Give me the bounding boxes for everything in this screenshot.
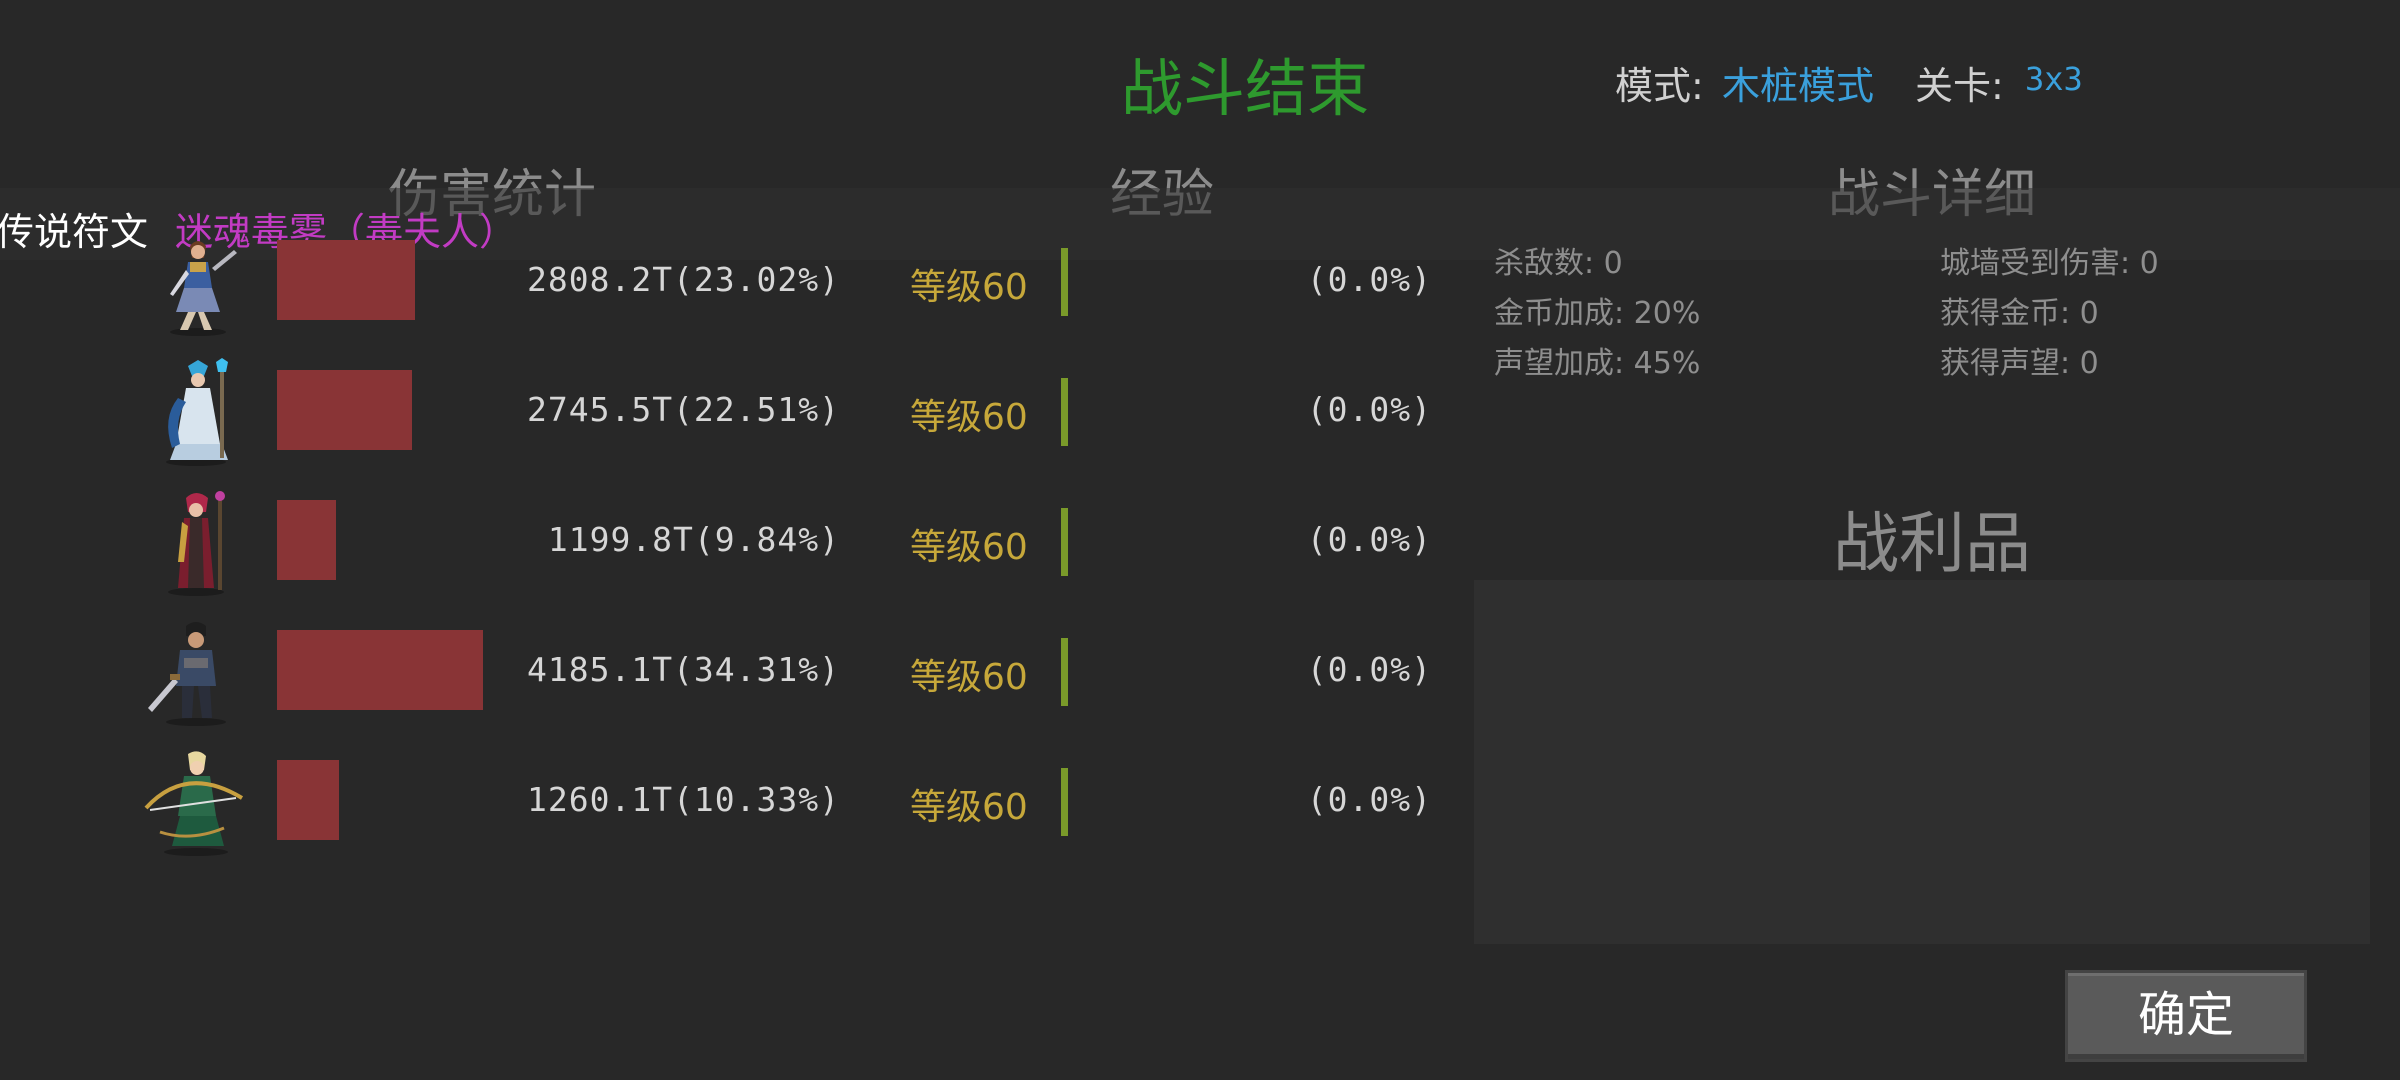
wall-damage: 城墙受到伤害: 0 <box>1940 246 2159 281</box>
hero-level: 等级60 <box>910 267 1028 308</box>
fame-bonus: 声望加成: 45% <box>1494 346 1701 381</box>
hero-row: 2745.5T(22.51%) 等级60 (0.0%) <box>0 358 1460 470</box>
damage-value: 1199.8T(9.84%) <box>547 520 840 559</box>
damage-share-bar <box>277 240 415 320</box>
stage-label: 关卡: <box>1915 64 2004 108</box>
fame-gained: 获得声望: 0 <box>1940 346 2099 381</box>
battle-end-title: 战斗结束 <box>1120 52 1369 125</box>
hero-row: 1260.1T(10.33%) 等级60 (0.0%) <box>0 751 1460 860</box>
damage-value: 1260.1T(10.33%) <box>526 780 840 819</box>
exp-progress-bar <box>1061 638 1068 706</box>
confirm-button[interactable]: 确定 <box>2065 970 2307 1062</box>
exp-percent: (0.0%) <box>1306 780 1432 819</box>
exp-progress-bar <box>1061 768 1068 836</box>
gold-gained: 获得金币: 0 <box>1940 296 2099 331</box>
exp-percent: (0.0%) <box>1306 260 1432 299</box>
damage-value: 2745.5T(22.51%) <box>526 390 840 429</box>
damage-share-bar <box>277 760 339 840</box>
exp-percent: (0.0%) <box>1306 390 1432 429</box>
elf-archer-portrait-icon <box>140 748 250 858</box>
hero-row: 2808.2T(23.02%) 等级60 (0.0%) <box>0 240 1460 340</box>
stage-value: 3x3 <box>2025 60 2083 98</box>
swordsman-portrait-icon <box>140 618 250 728</box>
exp-percent: (0.0%) <box>1306 520 1432 559</box>
damage-share-bar <box>277 500 336 580</box>
gold-bonus: 金币加成: 20% <box>1494 296 1701 331</box>
hero-row: 4185.1T(34.31%) 等级60 (0.0%) <box>0 622 1460 730</box>
damage-share-bar <box>277 370 412 450</box>
loot-panel <box>1474 580 2370 944</box>
mode-label: 模式: <box>1615 64 1704 108</box>
hero-level: 等级60 <box>910 787 1028 828</box>
kill-count: 杀敌数: 0 <box>1494 246 1623 281</box>
exp-progress-bar <box>1061 508 1068 576</box>
damage-value: 4185.1T(34.31%) <box>526 650 840 689</box>
female-warrior-portrait-icon <box>140 228 250 338</box>
hero-level: 等级60 <box>910 397 1028 438</box>
poison-sorceress-portrait-icon <box>140 488 250 598</box>
exp-progress-bar <box>1061 248 1068 316</box>
ice-mage-portrait-icon <box>140 358 250 468</box>
damage-value: 2808.2T(23.02%) <box>526 260 840 299</box>
hero-row: 1199.8T(9.84%) 等级60 (0.0%) <box>0 491 1460 600</box>
mode-value: 木桩模式 <box>1722 64 1875 108</box>
hero-level: 等级60 <box>910 657 1028 698</box>
hero-level: 等级60 <box>910 527 1028 568</box>
loot-heading: 战利品 <box>1833 505 2031 582</box>
exp-progress-bar <box>1061 378 1068 446</box>
exp-percent: (0.0%) <box>1306 650 1432 689</box>
